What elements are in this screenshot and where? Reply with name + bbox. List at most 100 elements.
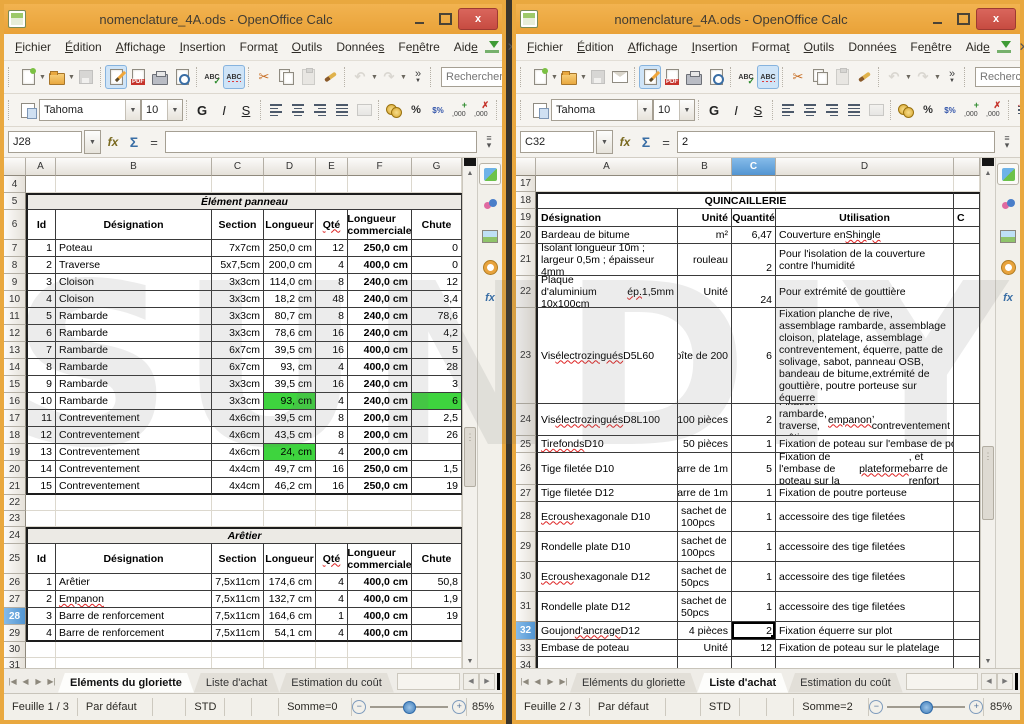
row-header-11[interactable]: 11 bbox=[4, 308, 26, 325]
row-header-20[interactable]: 20 bbox=[516, 227, 536, 244]
open-file-dropdown-arrow[interactable]: ▼ bbox=[580, 66, 587, 88]
row-header-30[interactable]: 30 bbox=[4, 642, 26, 658]
zoom-slider[interactable]: − + bbox=[352, 698, 467, 716]
cell-x19[interactable]: C bbox=[954, 209, 980, 227]
cell-B30[interactable] bbox=[56, 642, 212, 658]
format-percent-icon[interactable]: % bbox=[405, 98, 427, 122]
split-handle[interactable] bbox=[464, 158, 476, 166]
formula-bar-expand-icon[interactable]: ≡▾ bbox=[998, 131, 1016, 153]
cell-D23[interactable]: Fixation planche de rive, assemblage ram… bbox=[776, 308, 954, 404]
cell-B6[interactable]: Désignation bbox=[56, 210, 212, 240]
cell-G6[interactable]: Chute bbox=[412, 210, 462, 240]
bold-icon[interactable]: G bbox=[191, 98, 213, 122]
row-header-33[interactable]: 33 bbox=[516, 640, 536, 657]
zoom-in-icon[interactable]: + bbox=[452, 700, 466, 714]
cell-C26[interactable]: 7,5x11cm bbox=[212, 574, 264, 591]
cell-C22[interactable]: 24 bbox=[732, 276, 776, 308]
sheet-tab-estimation-du-cou-t[interactable]: Estimation du coût bbox=[788, 673, 903, 693]
title-bar[interactable]: nomenclature_4A.ods - OpenOffice Calc x bbox=[4, 4, 502, 34]
maximize-button[interactable] bbox=[950, 10, 976, 28]
cell-B26[interactable]: Barre de 1m bbox=[678, 453, 732, 485]
cell-C33[interactable]: 12 bbox=[732, 640, 776, 657]
cell-B27[interactable]: Barre de 1m bbox=[678, 485, 732, 502]
menu-donnees[interactable]: Données bbox=[841, 38, 903, 56]
sheet-tab-ele-ments-du-gloriette[interactable]: Eléments du gloriette bbox=[58, 673, 194, 693]
cell-E10[interactable]: 48 bbox=[316, 291, 348, 308]
cell-x18[interactable] bbox=[954, 192, 980, 209]
cell-C10[interactable]: 3x3cm bbox=[212, 291, 264, 308]
row-header-32[interactable]: 32 bbox=[516, 622, 536, 640]
decrease-indent-icon[interactable] bbox=[501, 98, 502, 122]
cell-F27[interactable]: 400,0 cm bbox=[348, 591, 412, 608]
minimize-button[interactable] bbox=[924, 10, 950, 28]
export-pdf-icon[interactable]: PDF bbox=[127, 65, 149, 89]
cell-D23[interactable] bbox=[264, 511, 316, 527]
cell-G4[interactable] bbox=[412, 176, 462, 193]
cell-A27[interactable]: 2 bbox=[26, 591, 56, 608]
sum-icon[interactable]: Σ bbox=[125, 134, 143, 150]
minimize-button[interactable] bbox=[406, 10, 432, 28]
styles-panel-icon[interactable] bbox=[479, 194, 501, 216]
cell-D13[interactable]: 39,5 cm bbox=[264, 342, 316, 359]
cell-B22[interactable]: Unité bbox=[678, 276, 732, 308]
cell-D17[interactable] bbox=[776, 176, 954, 192]
cell-G11[interactable]: 78,6 bbox=[412, 308, 462, 325]
menu-aide[interactable]: Aide bbox=[959, 38, 997, 56]
column-header-F[interactable]: F bbox=[348, 158, 412, 176]
cell-B13[interactable]: Rambarde bbox=[56, 342, 212, 359]
cell-B28[interactable]: sachet de 100pcs bbox=[678, 502, 732, 532]
page-preview-icon[interactable] bbox=[171, 65, 193, 89]
undo-icon[interactable]: ↶ bbox=[883, 65, 905, 89]
cell-A28[interactable]: Ecrous hexagonale D10 bbox=[536, 502, 678, 532]
row-header-23[interactable]: 23 bbox=[4, 511, 26, 527]
format-standard-icon[interactable]: $% bbox=[939, 98, 961, 122]
row-header-19[interactable]: 19 bbox=[516, 209, 536, 227]
column-header-B[interactable]: B bbox=[678, 158, 732, 176]
cell-B23[interactable]: Boîte de 200 bbox=[678, 308, 732, 404]
format-currency-icon[interactable] bbox=[383, 98, 405, 122]
cell-B26[interactable]: Arêtier bbox=[56, 574, 212, 591]
cell-C24[interactable]: 2 bbox=[732, 404, 776, 436]
cell-A14[interactable]: 8 bbox=[26, 359, 56, 376]
column-header-partial[interactable] bbox=[954, 158, 980, 176]
cell-A27[interactable]: Tige filetée D12 bbox=[536, 485, 678, 502]
styles-dialog-icon[interactable] bbox=[529, 98, 551, 122]
copy-icon[interactable] bbox=[275, 65, 297, 89]
row-header-26[interactable]: 26 bbox=[4, 574, 26, 591]
cell-D25[interactable]: Longueur bbox=[264, 544, 316, 574]
maximize-button[interactable] bbox=[432, 10, 458, 28]
row-header-27[interactable]: 27 bbox=[516, 485, 536, 502]
cell-D30[interactable] bbox=[264, 642, 316, 658]
cell-E20[interactable]: 16 bbox=[316, 461, 348, 478]
cell-B21[interactable]: rouleau bbox=[678, 244, 732, 276]
cell-B12[interactable]: Rambarde bbox=[56, 325, 212, 342]
last-sheet-button[interactable]: ▶| bbox=[557, 674, 570, 688]
toolbar-grip[interactable] bbox=[964, 67, 970, 87]
column-header-C[interactable]: C bbox=[212, 158, 264, 176]
column-header-D[interactable]: D bbox=[776, 158, 954, 176]
cell-B7[interactable]: Poteau bbox=[56, 240, 212, 257]
cell-D8[interactable]: 200,0 cm bbox=[264, 257, 316, 274]
scrollbar-thumb[interactable] bbox=[464, 427, 476, 487]
redo-icon[interactable]: ↷ bbox=[378, 65, 400, 89]
sum-icon[interactable]: Σ bbox=[637, 134, 655, 150]
scroll-down-icon[interactable]: ▼ bbox=[463, 655, 477, 668]
formula-input[interactable] bbox=[677, 131, 995, 153]
cell-E27[interactable]: 4 bbox=[316, 591, 348, 608]
menu-edition[interactable]: Édition bbox=[58, 38, 109, 56]
cell-A23[interactable] bbox=[26, 511, 56, 527]
cell-G20[interactable]: 1,5 bbox=[412, 461, 462, 478]
row-header-30[interactable]: 30 bbox=[516, 562, 536, 592]
align-center-icon[interactable] bbox=[287, 98, 309, 122]
open-file-icon[interactable] bbox=[46, 65, 68, 89]
cell-F11[interactable]: 240,0 cm bbox=[348, 308, 412, 325]
cell-D21[interactable]: 46,2 cm bbox=[264, 478, 316, 495]
cell-F29[interactable]: 400,0 cm bbox=[348, 625, 412, 642]
cell-A23[interactable]: Vis électrozingués D5L60 bbox=[536, 308, 678, 404]
cell-C23[interactable]: 6 bbox=[732, 308, 776, 404]
cell-D20[interactable]: Couverture en Shingle bbox=[776, 227, 954, 244]
cell-D26[interactable]: 174,6 cm bbox=[264, 574, 316, 591]
cell-E7[interactable]: 12 bbox=[316, 240, 348, 257]
cell-D9[interactable]: 114,0 cm bbox=[264, 274, 316, 291]
row-header-12[interactable]: 12 bbox=[4, 325, 26, 342]
